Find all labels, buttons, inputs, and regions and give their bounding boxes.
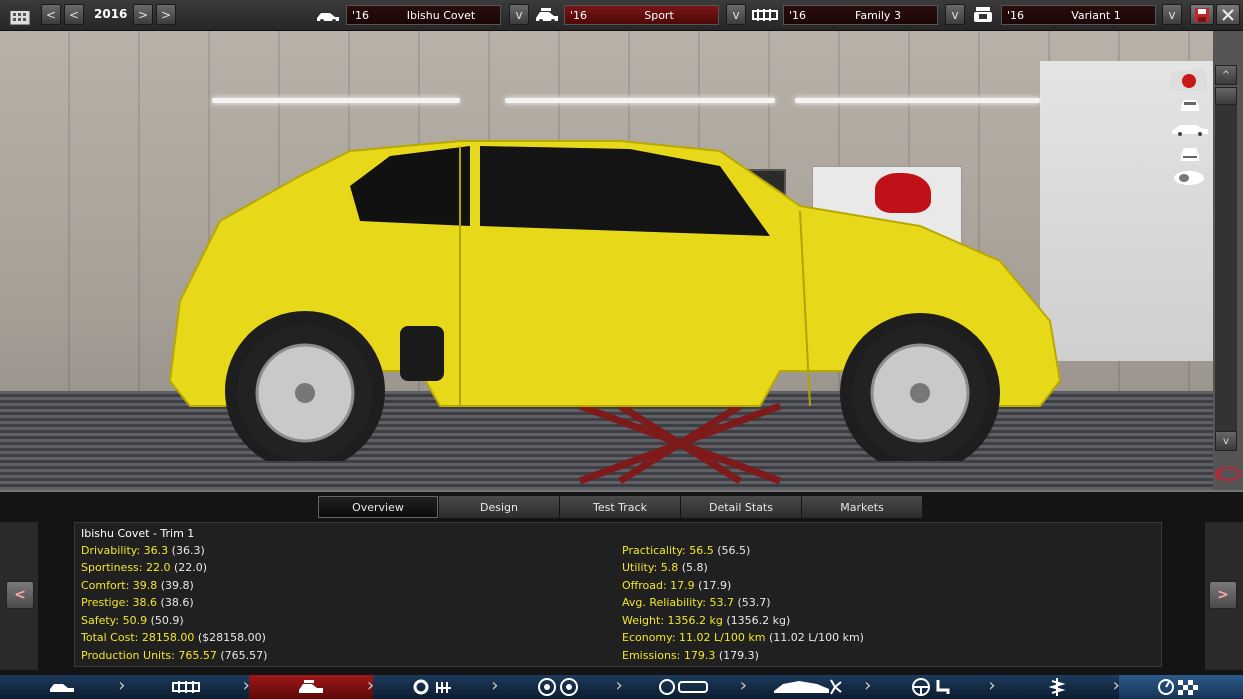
stage-testing-icon[interactable]: [1118, 675, 1243, 699]
stage-wheels-icon[interactable]: ›: [497, 675, 623, 699]
stat-safety: Safety: 50.9 (50.9): [81, 614, 184, 627]
stat-production-units: Production Units: 765.57 (765.57): [81, 649, 268, 662]
stat-weight: Weight: 1356.2 kg (1356.2 kg): [622, 614, 791, 627]
stat-total-cost: Total Cost: 28158.00 ($28158.00): [81, 631, 266, 644]
car-model-icon: [316, 9, 340, 26]
variant-dropdown-button[interactable]: v: [1162, 4, 1182, 25]
year-prev-button[interactable]: <: [64, 4, 84, 25]
view-front-icon[interactable]: [1178, 97, 1202, 116]
stage-trim-icon[interactable]: ›: [248, 675, 374, 699]
family-dropdown-button[interactable]: v: [945, 4, 965, 25]
stat-utility: Utility: 5.8 (5.8): [622, 561, 708, 574]
zoom-scrollbar[interactable]: ^ v: [1213, 31, 1243, 490]
stage-body-aero-icon[interactable]: ›: [746, 675, 871, 699]
overview-stats: Ibishu Covet - Trim 1 Drivability: 36.3 …: [74, 522, 1162, 667]
view-side-icon[interactable]: [1170, 122, 1210, 139]
ceiling-lamp: [505, 98, 775, 103]
family-year: '16: [789, 8, 807, 22]
prev-trim-button[interactable]: <: [6, 581, 34, 609]
view-rear-icon[interactable]: [1178, 145, 1202, 166]
variant-select[interactable]: '16 Variant 1: [1001, 5, 1156, 25]
stage-model-icon[interactable]: ›: [0, 675, 126, 699]
car-model-select[interactable]: '16 Ibishu Covet: [346, 5, 501, 25]
stat-reliability: Avg. Reliability: 53.7 (53.7): [622, 596, 771, 609]
family-select[interactable]: '16 Family 3: [783, 5, 938, 25]
stat-drivability: Drivability: 36.3 (36.3): [81, 544, 205, 557]
info-panel: Overview Design Test Track Detail Stats …: [0, 490, 1243, 677]
stage-engine-icon[interactable]: ›: [373, 675, 498, 699]
tab-test-track[interactable]: Test Track: [560, 496, 680, 518]
tab-detail-stats[interactable]: Detail Stats: [681, 496, 801, 518]
close-icon[interactable]: [1216, 4, 1240, 25]
stage-interior-icon[interactable]: ›: [870, 675, 996, 699]
car-model-name: Ibishu Covet: [406, 8, 476, 22]
stat-sportiness: Sportiness: 22.0 (22.0): [81, 561, 208, 574]
stat-offroad: Offroad: 17.9 (17.9): [622, 579, 732, 592]
stat-economy: Economy: 11.02 L/100 km (11.02 L/100 km): [622, 631, 864, 644]
stat-prestige: Prestige: 38.6 (38.6): [81, 596, 194, 609]
view-top-icon[interactable]: [1172, 169, 1206, 190]
car-model: [168, 140, 1062, 461]
scroll-up-button[interactable]: ^: [1215, 65, 1237, 85]
save-icon[interactable]: [1190, 4, 1214, 25]
trim-year: '16: [570, 8, 588, 22]
design-stage-bar: › › › › › › › › ›: [0, 675, 1243, 699]
camera-icon[interactable]: [1170, 67, 1208, 96]
stage-chassis-icon[interactable]: ›: [124, 675, 250, 699]
scroll-track[interactable]: [1215, 87, 1237, 431]
car-viewport[interactable]: [0, 31, 1213, 490]
stat-emissions: Emissions: 179.3 (179.3): [622, 649, 759, 662]
year-display: 2016: [94, 7, 128, 21]
car-model-year: '16: [352, 8, 370, 22]
trim-title: Ibishu Covet - Trim 1: [81, 527, 195, 540]
year-prev-far-button[interactable]: <: [41, 4, 61, 25]
variant-name: Variant 1: [1071, 8, 1121, 22]
trim-dropdown-button[interactable]: v: [726, 4, 746, 25]
trim-icon: [535, 7, 559, 27]
stat-practicality: Practicality: 56.5 (56.5): [622, 544, 751, 557]
panel-tabs: Overview Design Test Track Detail Stats …: [318, 496, 923, 518]
year-next-far-button[interactable]: >: [156, 4, 176, 25]
next-trim-button[interactable]: >: [1209, 581, 1237, 609]
trim-select[interactable]: '16 Sport: [564, 5, 719, 25]
stat-comfort: Comfort: 39.8 (39.8): [81, 579, 194, 592]
stage-brakes-icon[interactable]: ›: [621, 675, 747, 699]
calendar-icon[interactable]: [9, 4, 31, 29]
family-name: Family 3: [855, 8, 901, 22]
ceiling-lamp: [795, 98, 1040, 103]
ceiling-lamp: [212, 98, 460, 103]
year-next-button[interactable]: >: [133, 4, 153, 25]
engine-variant-icon: [973, 6, 993, 27]
tab-design[interactable]: Design: [439, 496, 559, 518]
chassis-family-icon: [752, 8, 778, 25]
tab-markets[interactable]: Markets: [802, 496, 922, 518]
top-toolbar: < < 2016 > > '16 Ibishu Covet v '16 Spor…: [0, 0, 1243, 31]
car-model-dropdown-button[interactable]: v: [509, 4, 529, 25]
trim-name: Sport: [644, 8, 674, 22]
scroll-thumb[interactable]: [1215, 87, 1237, 105]
scroll-down-button[interactable]: v: [1215, 431, 1237, 451]
tab-overview[interactable]: Overview: [318, 496, 438, 518]
variant-year: '16: [1007, 8, 1025, 22]
stage-suspension-icon[interactable]: ›: [994, 675, 1120, 699]
rotate-view-icon[interactable]: [1213, 463, 1243, 488]
